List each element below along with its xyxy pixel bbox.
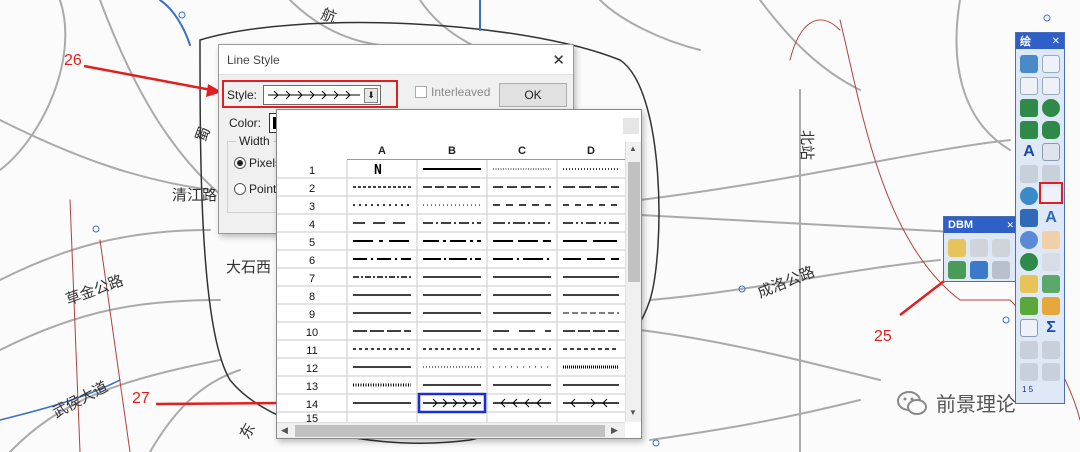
interleaved-option[interactable]: Interleaved: [415, 85, 490, 99]
reshape-tool-icon[interactable]: [1020, 165, 1038, 183]
road-label-dong: 东: [236, 420, 259, 442]
line-style-grid[interactable]: N: [277, 160, 625, 422]
hotlink-tool-icon[interactable]: [1042, 275, 1060, 293]
scroll-left-icon[interactable]: ◀: [281, 425, 288, 436]
ellipse-tool-icon[interactable]: [1042, 99, 1060, 117]
grid-horizontal-scrollbar[interactable]: ◀ ▶: [277, 422, 625, 438]
grid-top-area: [277, 110, 641, 142]
dbm-toolbar-titlebar[interactable]: DBM ✕: [944, 217, 1018, 233]
dbm-save-icon[interactable]: [948, 261, 966, 279]
interleaved-label: Interleaved: [431, 85, 491, 99]
road-label-qingjiang: 清江路: [172, 186, 217, 204]
print-tool-icon[interactable]: [1042, 341, 1060, 359]
grid-col-c: C: [487, 142, 557, 160]
road-label-wuhou: 武侯大道: [49, 377, 110, 421]
layout-tool-icon[interactable]: [1020, 363, 1038, 381]
table-tool-icon[interactable]: [1020, 319, 1038, 337]
wechat-icon: [897, 390, 927, 415]
style-cell-a1-symbol: N: [374, 163, 382, 178]
annotation-26: 26: [64, 52, 82, 69]
hscroll-thumb[interactable]: [295, 425, 605, 437]
rotate-tool-icon[interactable]: [1020, 187, 1038, 205]
road-label-shu: 蜀: [192, 124, 214, 144]
scroll-right-icon[interactable]: ▶: [611, 425, 618, 436]
drawing-toolbar: 绘 ✕ A A Σ 1 5: [1015, 32, 1065, 404]
highlight-style-row: [222, 80, 398, 108]
arc-tool-icon[interactable]: [1042, 77, 1060, 95]
watermark: 前景理论: [896, 388, 1016, 417]
color-row: Color:: [229, 113, 282, 133]
ruler-tool-icon[interactable]: [1042, 253, 1060, 271]
polygon-tool-icon[interactable]: [1020, 99, 1038, 117]
grid-vertical-scrollbar[interactable]: ▲ ▼: [625, 142, 641, 422]
dbm-tools-icon[interactable]: [992, 261, 1010, 279]
vscroll-thumb[interactable]: [628, 162, 640, 282]
dialog-titlebar[interactable]: Line Style ✕: [219, 45, 573, 75]
grid-top-scroll[interactable]: [623, 118, 639, 134]
toolbar-bottom-label: 1 5: [1022, 385, 1034, 394]
grid-col-b: B: [417, 142, 487, 160]
road-label-chengluo: 成洛公路: [755, 263, 817, 302]
text-tool-icon[interactable]: A: [1020, 143, 1038, 161]
symbol-tool-icon[interactable]: [1020, 209, 1038, 227]
sum-tool-icon[interactable]: Σ: [1042, 319, 1060, 337]
node-tool-icon[interactable]: [1042, 165, 1060, 183]
measure-tool-icon[interactable]: [1042, 297, 1060, 315]
text-style-tool-icon[interactable]: A: [1042, 209, 1060, 227]
dbm-toolbar-title: DBM: [948, 219, 974, 231]
close-icon[interactable]: ✕: [1006, 220, 1014, 231]
export-tool-icon[interactable]: [1020, 341, 1038, 359]
dbm-toolbar: DBM ✕: [943, 216, 1019, 282]
rounded-rect-tool-icon[interactable]: [1042, 121, 1060, 139]
annotation-25: 25: [874, 328, 892, 345]
polyline-tool-icon[interactable]: [1020, 77, 1038, 95]
close-icon[interactable]: ✕: [1052, 36, 1060, 47]
road-label-beizhan: 北站: [798, 130, 816, 160]
radio-pixels-dot[interactable]: [234, 157, 246, 169]
label-tool-icon[interactable]: [1020, 275, 1038, 293]
dialog-title: Line Style: [227, 52, 280, 67]
dbm-link-icon[interactable]: [970, 239, 988, 257]
dbm-open-icon[interactable]: [948, 239, 966, 257]
style-tool-icon[interactable]: [1042, 363, 1060, 381]
frame-tool-icon[interactable]: [1042, 143, 1060, 161]
highlight-line-style-tool: [1039, 182, 1063, 204]
width-group-label: Width: [236, 134, 273, 148]
radio-pixels[interactable]: Pixels: [234, 156, 281, 170]
dbm-refresh-icon[interactable]: [970, 261, 988, 279]
dbm-query-icon[interactable]: [992, 239, 1010, 257]
zoom-tool-icon[interactable]: [1020, 231, 1038, 249]
watermark-text: 前景理论: [936, 392, 1016, 416]
ok-button[interactable]: OK: [499, 83, 567, 107]
close-icon[interactable]: ✕: [552, 51, 565, 69]
scroll-up-icon[interactable]: ▲: [629, 144, 637, 153]
select-tool-icon[interactable]: [1020, 55, 1038, 73]
drawing-toolbar-titlebar[interactable]: 绘 ✕: [1016, 33, 1064, 49]
color-label: Color:: [229, 116, 262, 130]
width-group: Width Pixels Points: [227, 134, 283, 213]
drawing-toolbar-title: 绘: [1020, 36, 1031, 48]
info-tool-icon[interactable]: [1020, 253, 1038, 271]
radio-points-dot[interactable]: [234, 183, 246, 195]
grid-col-d: D: [557, 142, 625, 160]
line-tool-icon[interactable]: [1042, 55, 1060, 73]
style-grid-popup: A B C D 1 2 3 4 5 6 7 8 9 10 11 12 13 14…: [276, 109, 642, 439]
pan-tool-icon[interactable]: [1042, 231, 1060, 249]
grid-col-a: A: [347, 142, 417, 160]
road-label-dashixi: 大石西: [226, 258, 271, 276]
scroll-down-icon[interactable]: ▼: [629, 408, 637, 417]
layer-tool-icon[interactable]: [1020, 297, 1038, 315]
rectangle-tool-icon[interactable]: [1020, 121, 1038, 139]
interleaved-checkbox[interactable]: [415, 86, 427, 98]
annotation-27: 27: [132, 390, 150, 407]
